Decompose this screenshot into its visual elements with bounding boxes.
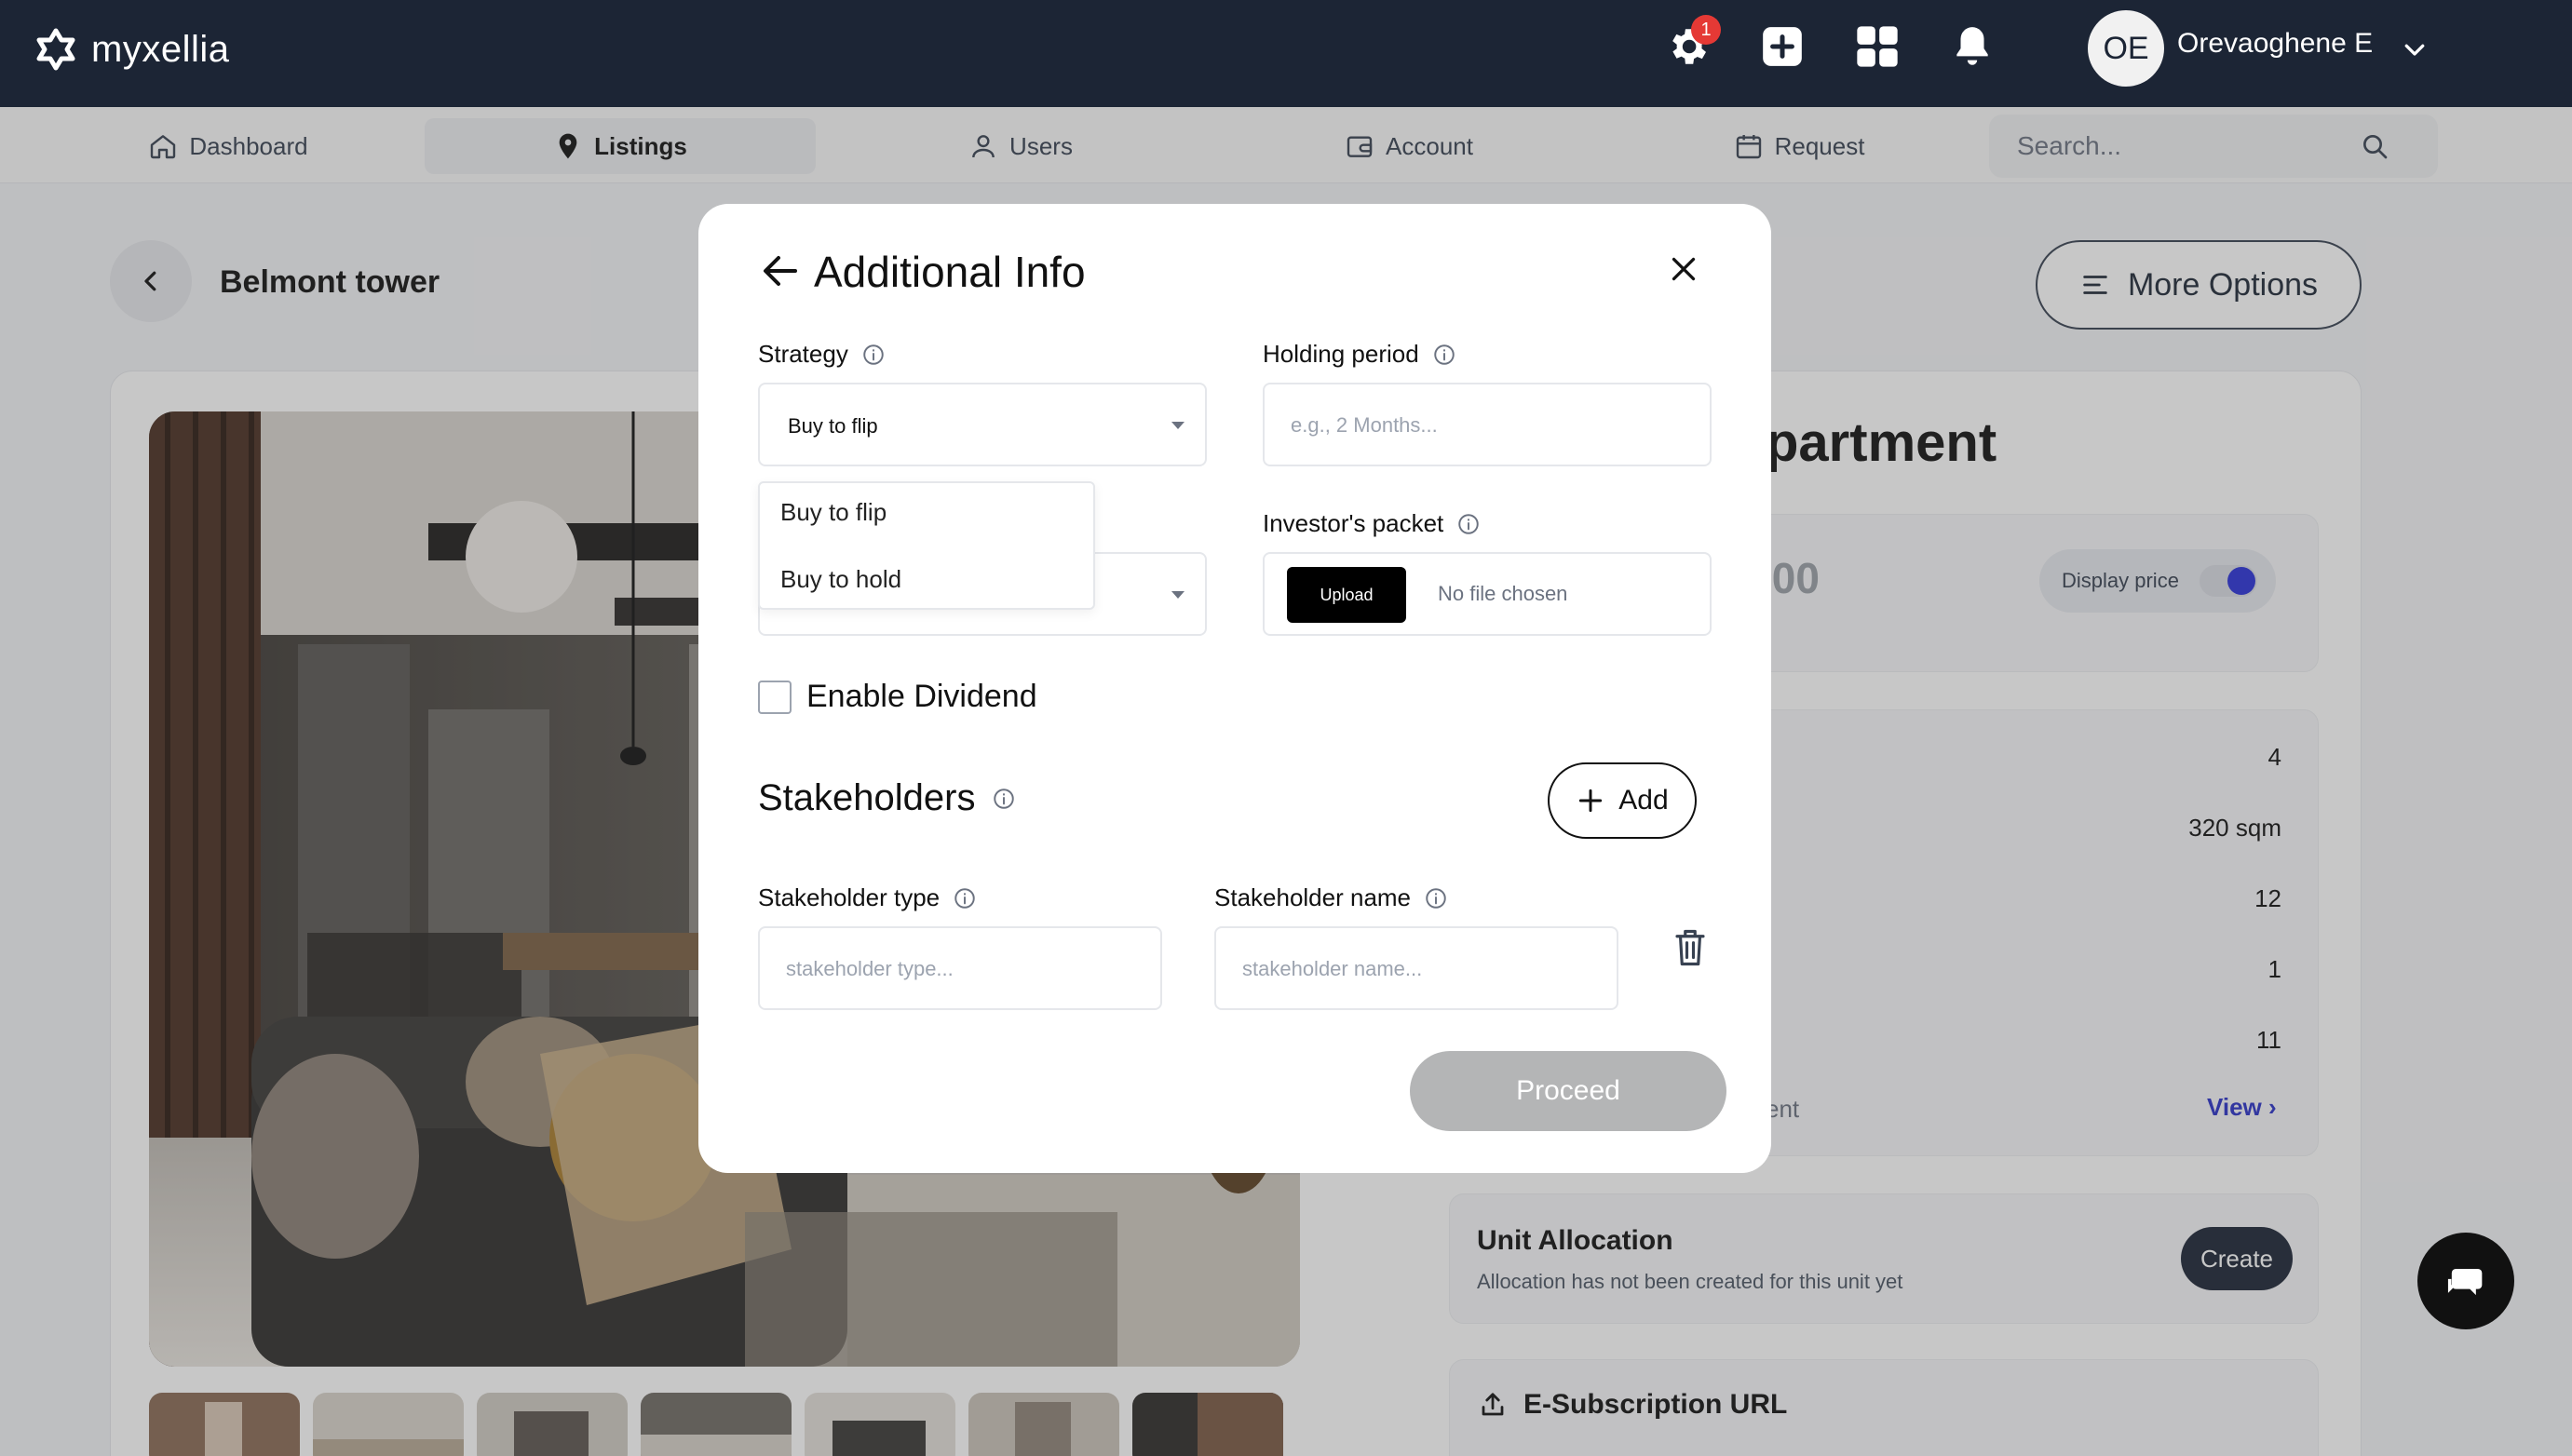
stakeholder-type-label-group: Stakeholder type (758, 883, 977, 912)
info-icon[interactable] (861, 343, 886, 367)
stakeholder-name-field (1214, 926, 1618, 1010)
strategy-label-group: Strategy (758, 340, 886, 369)
notifications-button[interactable] (1946, 20, 1998, 73)
chat-bubble-icon (2447, 1269, 2483, 1296)
add-stakeholder-button[interactable]: Add (1548, 762, 1697, 839)
upload-button[interactable]: Upload (1287, 567, 1406, 623)
file-status: No file chosen (1438, 582, 1568, 605)
top-bar: myxellia 1 OE Orevaoghene E (0, 0, 2572, 107)
bell-icon (1956, 27, 1988, 65)
info-icon[interactable] (1456, 512, 1481, 536)
strategy-selected-value: Buy to flip (788, 414, 878, 438)
settings-button[interactable]: 1 (1661, 15, 1721, 73)
strategy-dropdown-menu: Buy to flip Buy to hold (758, 481, 1095, 610)
holding-period-label: Holding period (1263, 340, 1419, 368)
plus-square-icon (1763, 27, 1802, 66)
info-icon[interactable] (1424, 886, 1448, 910)
arrow-left-icon[interactable] (758, 249, 803, 293)
add-label: Add (1618, 785, 1669, 816)
stakeholder-name-label: Stakeholder name (1214, 883, 1412, 911)
avatar[interactable]: OE (2088, 10, 2164, 87)
investors-packet-label: Investor's packet (1263, 509, 1444, 537)
stakeholder-type-input[interactable] (786, 950, 1158, 988)
stakeholders-heading-group: Stakeholders (758, 777, 1016, 819)
stakeholder-name-input[interactable] (1242, 950, 1615, 988)
strategy-select[interactable]: Buy to flip (758, 383, 1207, 466)
investors-packet-label-group: Investor's packet (1263, 509, 1481, 538)
caret-down-icon (1171, 591, 1184, 599)
stakeholder-name-label-group: Stakeholder name (1214, 883, 1448, 912)
holding-period-label-group: Holding period (1263, 340, 1456, 369)
proceed-button[interactable]: Proceed (1410, 1051, 1726, 1131)
investors-packet-field: Upload No file chosen (1263, 552, 1712, 636)
enable-dividend-label: Enable Dividend (806, 679, 1037, 714)
info-icon[interactable] (953, 886, 977, 910)
apps-button[interactable] (1851, 20, 1903, 73)
stakeholders-heading: Stakeholders (758, 777, 976, 818)
modal-title: Additional Info (814, 248, 1086, 296)
notification-badge: 1 (1691, 15, 1721, 45)
holding-period-field (1263, 383, 1712, 466)
caret-down-icon (1171, 422, 1184, 429)
chat-button[interactable] (2417, 1233, 2514, 1329)
trash-icon[interactable] (1671, 926, 1710, 969)
user-name[interactable]: Orevaoghene E (2177, 28, 2373, 60)
dropdown-option[interactable]: Buy to flip (780, 498, 887, 527)
brand-name: myxellia (91, 28, 230, 70)
holding-period-input[interactable] (1291, 407, 1663, 444)
info-icon[interactable] (1432, 343, 1456, 367)
stakeholder-type-field (758, 926, 1162, 1010)
logo-icon (36, 28, 75, 71)
plus-icon (1579, 789, 1603, 813)
brand-logo[interactable]: myxellia (30, 17, 229, 82)
info-icon[interactable] (992, 787, 1016, 811)
enable-dividend-checkbox[interactable] (758, 681, 792, 714)
stakeholder-type-label: Stakeholder type (758, 883, 941, 911)
close-icon[interactable] (1667, 252, 1700, 286)
create-new-button[interactable] (1756, 20, 1808, 73)
additional-info-modal: Additional Info Strategy Buy to flip Buy… (698, 204, 1771, 1173)
dropdown-option[interactable]: Buy to hold (780, 565, 901, 594)
strategy-label: Strategy (758, 340, 848, 368)
grid-icon (1857, 26, 1898, 67)
chevron-down-icon[interactable] (2401, 35, 2429, 63)
